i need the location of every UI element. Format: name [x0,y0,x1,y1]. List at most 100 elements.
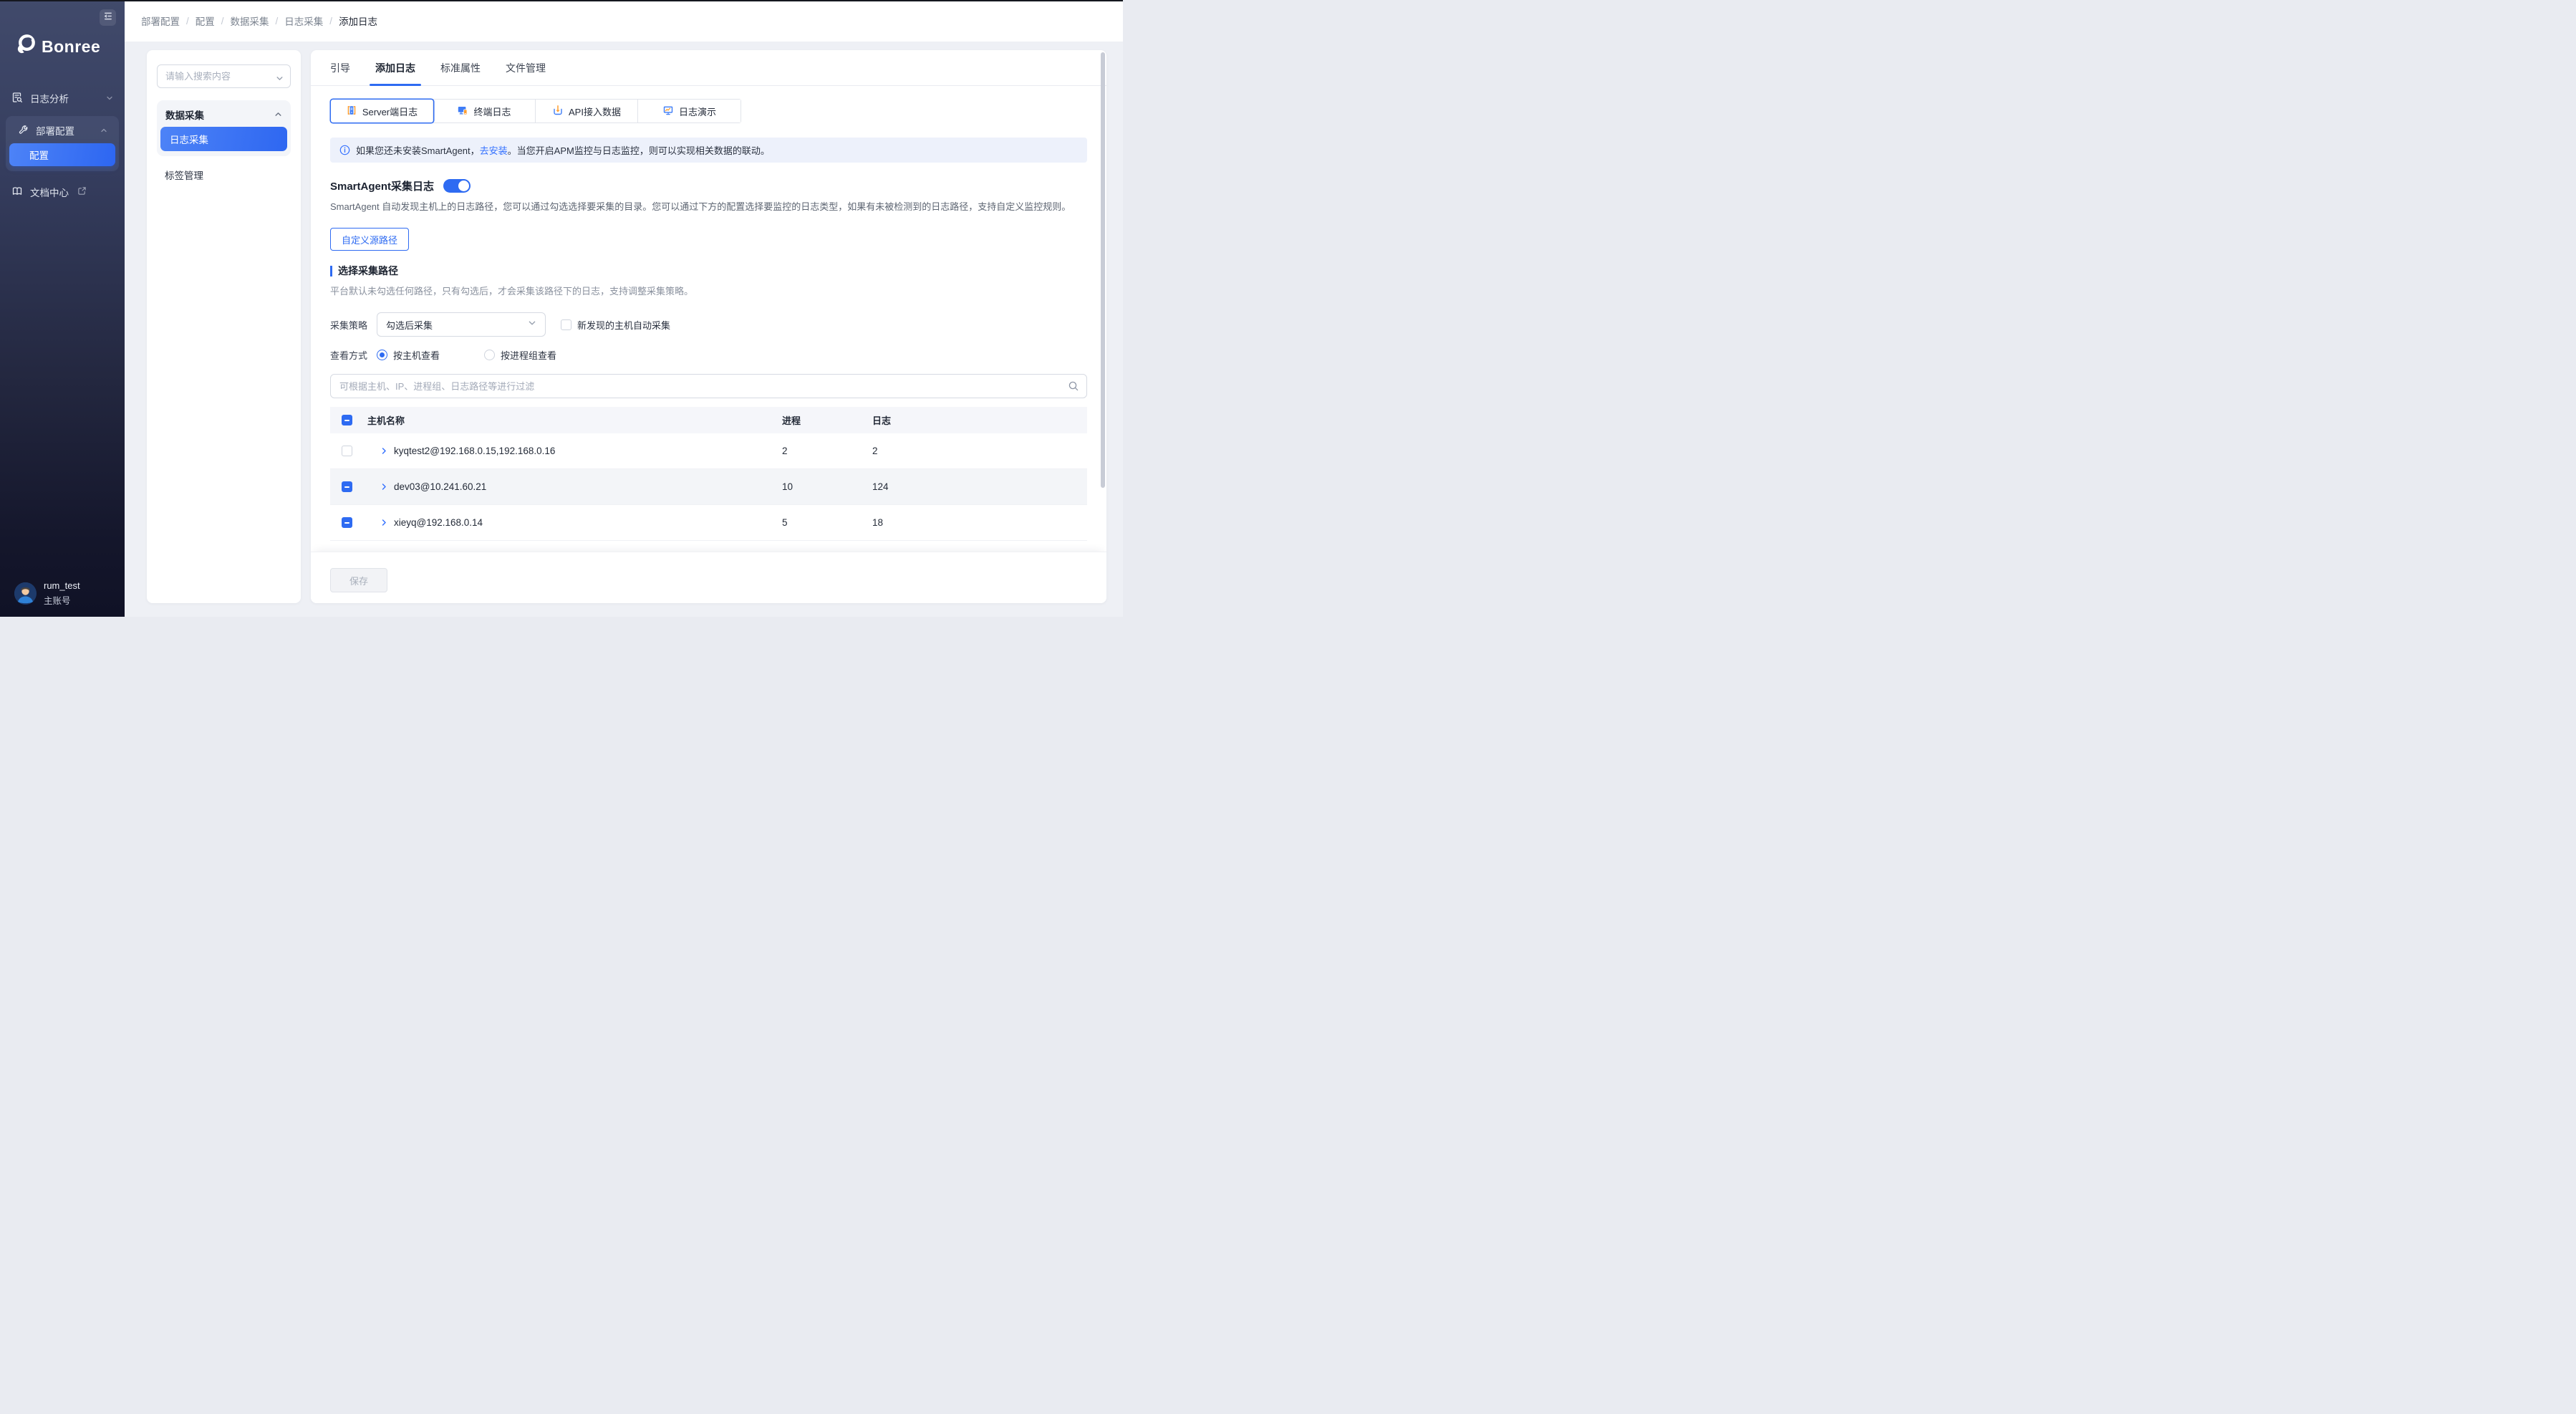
brand-logo[interactable]: Bonree [14,33,100,60]
tree-group-header[interactable]: 数据采集 [160,104,287,125]
process-count: 5 [782,517,872,528]
process-count: 2 [782,446,872,456]
radio-option-by-host[interactable]: 按主机查看 [377,348,440,362]
host-name[interactable]: dev03@10.241.60.21 [394,481,486,492]
host-name[interactable]: xieyq@192.168.0.14 [394,517,483,528]
bonree-logo-icon [14,33,38,60]
tab-standard-attrs[interactable]: 标准属性 [440,50,481,85]
custom-source-path-button[interactable]: 自定义源路径 [330,228,409,251]
column-header-process: 进程 [782,413,872,427]
tab-add-log[interactable]: 添加日志 [375,50,415,85]
log-demo-icon [662,105,674,118]
tree-group-label: 数据采集 [165,107,204,122]
save-button[interactable]: 保存 [330,568,387,592]
tab-file-manage[interactable]: 文件管理 [506,50,546,85]
host-filter-input[interactable] [330,374,1087,398]
log-analysis-icon [11,92,23,105]
chevron-up-icon [274,110,282,120]
terminal-log-icon [457,105,468,118]
tab-content: Server端日志 终端日志 [311,86,1106,552]
host-table-row: dev03@10.241.60.21 10 124 [330,469,1087,505]
smartagent-toggle[interactable] [443,179,471,193]
sidebar-item-label: 配置 [29,148,49,162]
collapse-sidebar-icon [102,11,113,25]
segment-server-log[interactable]: Server端日志 [331,100,433,122]
segment-label: 终端日志 [473,105,511,118]
vertical-scrollbar[interactable] [1101,52,1105,488]
main-tabs: 引导 添加日志 标准属性 文件管理 [311,50,1106,86]
user-account[interactable]: rum_test 主账号 [0,580,125,607]
breadcrumb: 部署配置 / 配置 / 数据采集 / 日志采集 / 添加日志 [141,14,377,28]
breadcrumb-item[interactable]: 日志采集 [284,14,323,28]
log-count: 2 [872,446,1087,456]
expand-row-icon[interactable] [380,519,388,526]
wrench-icon [17,124,29,138]
row-checkbox[interactable] [342,446,352,456]
chevron-down-icon [528,318,536,331]
tree-item-tag-manage[interactable]: 标签管理 [157,168,291,182]
breadcrumb-item[interactable]: 数据采集 [231,14,269,28]
breadcrumb-separator: / [276,16,279,27]
sidebar-item-log-analysis[interactable]: 日志分析 [0,87,125,109]
collect-strategy-row: 采集策略 勾选后采集 新发现的主机自动采集 [330,312,1087,337]
breadcrumb-separator: / [221,16,224,27]
user-meta: rum_test 主账号 [44,580,80,607]
top-bar: 部署配置 / 配置 / 数据采集 / 日志采集 / 添加日志 [125,0,1123,42]
collect-path-description: 平台默认未勾选任何路径，只有勾选后，才会采集该路径下的日志，支持调整采集策略。 [330,284,1087,297]
tree-panel: 数据采集 日志采集 标签管理 [147,50,301,603]
toggle-knob [458,181,469,191]
tab-guide[interactable]: 引导 [330,50,350,85]
sidebar-item-deploy-config[interactable]: 部署配置 [9,120,115,141]
install-agent-link[interactable]: 去安装 [480,145,508,156]
expand-row-icon[interactable] [380,483,388,491]
segment-terminal-log[interactable]: 终端日志 [433,100,536,122]
avatar [14,582,37,605]
banner-text: 如果您还未安装SmartAgent，去安装。当您开启APM监控与日志监控，则可以… [356,143,770,157]
select-all-checkbox[interactable] [342,415,352,425]
row-checkbox[interactable] [342,481,352,492]
strategy-select[interactable]: 勾选后采集 [377,312,546,337]
brand-name: Bonree [42,37,100,57]
auto-collect-checkbox[interactable] [561,319,571,330]
view-mode-row: 查看方式 按主机查看 按进程组查看 [330,348,1087,362]
user-role: 主账号 [44,593,80,607]
user-name: rum_test [44,580,80,591]
collect-path-section-title: 选择采集路径 [330,266,1087,276]
expand-row-icon[interactable] [380,447,388,455]
main-panel: 引导 添加日志 标准属性 文件管理 Server端日志 [311,50,1106,603]
strategy-select-value: 勾选后采集 [386,318,433,332]
process-count: 10 [782,481,872,492]
segment-api-data[interactable]: API接入数据 [536,100,638,122]
search-icon[interactable] [1068,380,1079,395]
smartagent-description: SmartAgent 自动发现主机上的日志路径，您可以通过勾选选择要采集的目录。… [330,201,1087,213]
host-table-row: kyqtest2@192.168.0.15,192.168.0.16 2 2 [330,433,1087,469]
row-checkbox[interactable] [342,517,352,528]
radio-by-host[interactable] [377,350,387,360]
host-name[interactable]: kyqtest2@192.168.0.15,192.168.0.16 [394,446,555,456]
sidebar-group-deploy-config: 部署配置 配置 [6,116,119,171]
chevron-down-icon [276,73,284,86]
sidebar-item-label: 文档中心 [30,185,69,199]
sidebar-item-doc-center[interactable]: 文档中心 [0,181,125,203]
app-window: Bonree 日志分析 [0,0,1123,617]
log-count: 124 [872,481,1087,492]
radio-by-process-group[interactable] [484,350,495,360]
tree-item-log-collect-active[interactable]: 日志采集 [160,127,287,151]
api-data-icon [552,105,564,118]
collapse-sidebar-button[interactable] [100,9,116,26]
breadcrumb-separator: / [329,16,332,27]
tree-search-input[interactable] [157,64,291,88]
host-table-row: xieyq@192.168.0.14 5 18 [330,505,1087,541]
column-header-host: 主机名称 [367,413,405,427]
sidebar-menu: 日志分析 部署配置 配 [0,87,125,203]
log-source-segments: Server端日志 终端日志 [330,99,741,123]
breadcrumb-item[interactable]: 配置 [196,14,215,28]
info-banner: 如果您还未安装SmartAgent，去安装。当您开启APM监控与日志监控，则可以… [330,138,1087,163]
sidebar-item-label: 部署配置 [36,123,74,138]
radio-option-by-process-group[interactable]: 按进程组查看 [484,348,556,362]
column-header-log: 日志 [872,413,1087,427]
form-footer: 保存 [311,552,1106,603]
segment-log-demo[interactable]: 日志演示 [638,100,741,122]
sidebar-item-config-active[interactable]: 配置 [9,143,115,166]
breadcrumb-item[interactable]: 部署配置 [141,14,180,28]
